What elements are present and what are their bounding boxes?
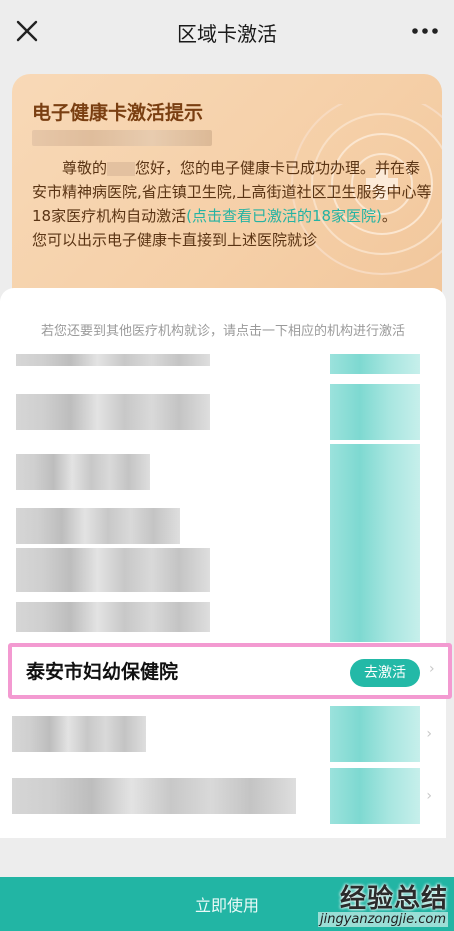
blurred-institution-name — [16, 394, 210, 430]
blurred-activate-button[interactable] — [330, 538, 420, 598]
blurred-user-info — [32, 130, 212, 146]
blurred-institution-name — [16, 454, 150, 490]
watermark-text: 经验总结 — [339, 884, 448, 914]
activation-notice-card: 电子健康卡激活提示 尊敬的 您好，您的电子健康卡已成功办理。并在泰安市精神病医院,… — [12, 74, 442, 320]
watermark-url: jingyanzongjie.com — [317, 912, 448, 927]
institution-name: 泰安市妇幼保健院 — [26, 661, 179, 683]
institution-list-panel: 若您还要到其他医疗机构就诊，请点击一下相应的机构进行激活 › › — [0, 288, 446, 838]
highlighted-institution-row[interactable]: 泰安市妇幼保健院 去激活 › — [8, 643, 452, 699]
blurred-activate-button[interactable] — [330, 706, 420, 762]
list-item[interactable] — [0, 538, 446, 598]
list-item[interactable] — [0, 598, 446, 642]
list-item[interactable] — [0, 354, 446, 374]
blurred-institution-name — [12, 716, 146, 752]
use-now-label: 立即使用 — [194, 896, 259, 915]
blurred-institution-name — [16, 354, 210, 366]
more-dots-icon[interactable] — [410, 20, 440, 42]
notice-line2: 您可以出示电子健康卡直接到上述医院就诊 — [32, 231, 318, 249]
chevron-right-icon: › — [426, 726, 432, 742]
list-item[interactable] — [0, 384, 446, 440]
view-activated-hospitals-link[interactable]: (点击查看已激活的18家医院) — [186, 207, 382, 225]
list-item[interactable]: › — [0, 768, 446, 824]
blurred-activate-button[interactable] — [330, 768, 420, 824]
blurred-institution-name — [16, 602, 210, 632]
blurred-activate-button[interactable] — [330, 354, 420, 374]
activate-button[interactable]: 去激活 — [350, 659, 420, 687]
list-item[interactable]: › — [0, 706, 446, 762]
chevron-right-icon: › — [429, 661, 435, 677]
list-item[interactable] — [0, 444, 446, 500]
blurred-institution-name — [12, 778, 296, 814]
close-icon[interactable] — [14, 18, 40, 44]
activation-hint: 若您还要到其他医疗机构就诊，请点击一下相应的机构进行激活 — [40, 324, 405, 339]
blurred-activate-button[interactable] — [330, 384, 420, 440]
blurred-user-name — [107, 161, 136, 176]
page-title: 区域卡激活 — [177, 21, 277, 46]
blurred-institution-name — [16, 548, 210, 592]
site-watermark: 经验总结 jingyanzongjie.com — [317, 884, 448, 927]
chevron-right-icon: › — [426, 788, 432, 804]
nav-bar: 区域卡激活 — [0, 0, 454, 64]
notice-body: 尊敬的 您好，您的电子健康卡已成功办理。并在泰安市精神病医院,省庄镇卫生院,上高街… — [32, 156, 432, 252]
blurred-activate-button[interactable] — [330, 598, 420, 642]
notice-message-end: 。 — [381, 207, 397, 225]
blurred-activate-button[interactable] — [330, 444, 420, 500]
notice-title: 电子健康卡激活提示 — [32, 102, 204, 124]
use-now-button[interactable]: 立即使用 经验总结 jingyanzongjie.com — [0, 877, 454, 931]
greeting-prefix: 尊敬的 — [62, 159, 108, 177]
